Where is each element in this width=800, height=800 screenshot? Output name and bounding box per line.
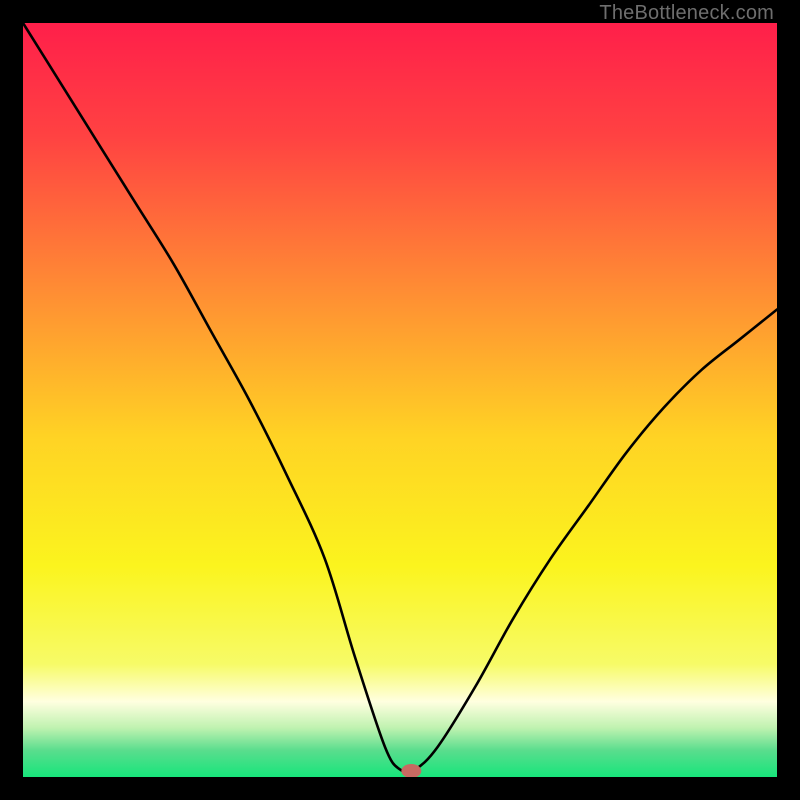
chart-canvas — [23, 23, 777, 777]
gradient-background — [23, 23, 777, 777]
bottleneck-chart — [23, 23, 777, 777]
watermark-text: TheBottleneck.com — [599, 2, 774, 25]
